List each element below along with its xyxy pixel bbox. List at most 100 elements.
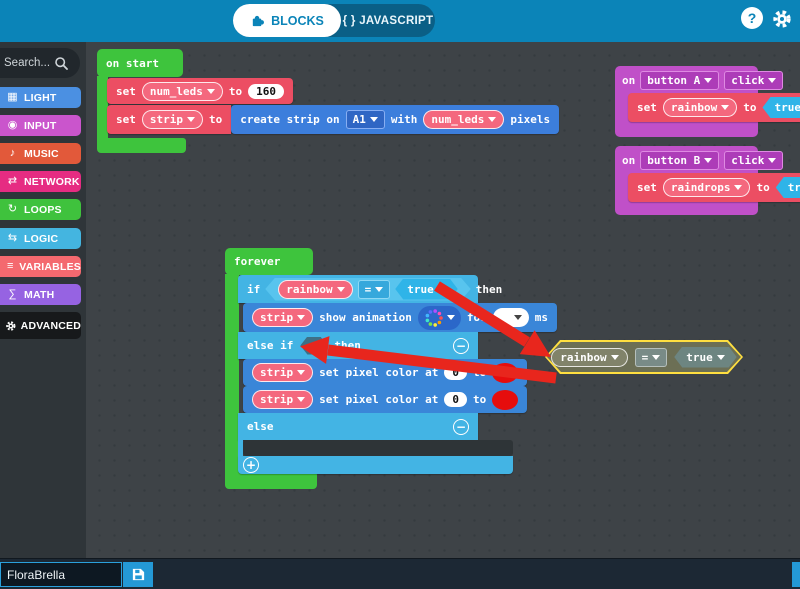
if-bottom-row: + [238,456,513,474]
sidebar-item-loops[interactable]: ↻ LOOPS [0,199,81,220]
create-strip-label: create strip on [240,113,339,126]
remove-branch-button[interactable]: − [453,338,469,354]
sidebar-item-variables[interactable]: ≡ VARIABLES [0,256,81,277]
comparison-block[interactable]: rainbow = true [265,278,470,301]
variable-dropdown-strip[interactable]: strip [252,390,313,409]
button-dropdown[interactable]: button A [640,71,719,90]
pixel-index-field[interactable]: 0 [444,365,467,380]
empty-condition-slot[interactable] [300,337,327,355]
dropdown-caret-icon [652,355,660,360]
remove-branch-button[interactable]: − [453,419,469,435]
pin-dropdown[interactable]: A1 [346,110,385,129]
input-category-icon: ◉ [6,120,19,131]
button-dropdown[interactable]: button B [640,151,719,170]
event-dropdown[interactable]: click [724,151,783,170]
forever-label: forever [234,255,280,268]
button-value: button A [647,74,700,87]
sidebar-item-network[interactable]: ⇄ NETWORK [0,171,81,192]
number-value-field[interactable]: 160 [248,84,284,99]
sidebar-item-math[interactable]: ∑ MATH [0,284,81,305]
set-label: set [116,85,136,98]
variable-dropdown-raindrops[interactable]: raindrops [663,178,751,197]
variable-dropdown-num-leds[interactable]: num_leds [423,110,504,129]
duration-dropdown[interactable] [493,308,529,327]
variable-dropdown-strip[interactable]: strip [142,110,203,129]
if-row[interactable]: if rainbow = true then [238,275,478,303]
animation-dropdown[interactable] [418,306,461,330]
makecode-editor: BLOCKS { } JAVASCRIPT ? Search... ▦ LIGH… [0,0,800,589]
sidebar-item-input[interactable]: ◉ INPUT [0,115,81,136]
variable-dropdown-rainbow[interactable]: rainbow [663,98,737,117]
help-button[interactable]: ? [741,7,763,29]
boolean-dropdown-true[interactable]: true [395,279,458,300]
else-if-label: else if [247,339,293,352]
boolean-value: true [788,181,800,194]
variable-name: strip [260,366,293,379]
minus-icon: − [456,340,466,352]
add-branch-button[interactable]: + [243,457,259,473]
to-label: to [473,393,486,406]
tab-blocks[interactable]: BLOCKS [233,4,341,37]
if-label: if [247,283,260,296]
variable-name: strip [150,113,183,126]
toolbox-sidebar: Search... ▦ LIGHT ◉ INPUT ♪ MUSIC ⇄ NETW… [0,42,86,558]
save-button[interactable] [123,562,153,587]
pixel-index-field[interactable]: 0 [444,392,467,407]
variable-dropdown-rainbow[interactable]: rainbow [278,280,352,299]
sidebar-item-light[interactable]: ▦ LIGHT [0,87,81,108]
set-num-leds-block[interactable]: set num_leds to 160 [107,78,293,104]
empty-statement-slot[interactable] [243,440,513,456]
forever-spine [225,274,239,474]
boolean-dropdown-true[interactable]: true [674,347,737,368]
sidebar-item-logic[interactable]: ⇆ LOGIC [0,228,81,249]
else-if-row[interactable]: else if then − [238,332,478,359]
variable-dropdown-strip[interactable]: strip [252,308,313,327]
to-label: to [473,366,486,379]
create-strip-block[interactable]: create strip on A1 with num_leds pixels [231,105,559,134]
dropdown-caret-icon [704,158,712,163]
show-animation-block[interactable]: strip show animation for ms [243,303,557,332]
operator-dropdown[interactable]: = [635,348,668,367]
to-label: to [229,85,242,98]
project-name-input[interactable] [0,562,122,587]
set-raindrops-block[interactable]: set raindrops to true [628,173,800,202]
operator-dropdown[interactable]: = [358,280,391,299]
boolean-value: true [774,101,800,114]
color-picker-red[interactable] [492,390,518,410]
dropdown-caret-icon [734,185,742,190]
event-dropdown[interactable]: click [724,71,783,90]
sidebar-item-advanced[interactable]: ADVANCED [0,312,81,339]
search-input[interactable]: Search... [0,48,80,78]
variable-dropdown-strip[interactable]: strip [252,363,313,382]
dragged-comparison-block[interactable]: rainbow = true [545,340,743,374]
set-strip-left[interactable]: set strip to [107,105,231,134]
forever-footer [225,472,317,489]
tab-javascript[interactable]: { } JAVASCRIPT [341,15,435,27]
search-icon [54,56,68,70]
set-pixel-color-block[interactable]: strip set pixel color at 0 to [243,359,527,386]
then-label: then [476,283,503,296]
else-label: else [247,420,274,433]
settings-button[interactable] [771,8,792,29]
set-rainbow-block[interactable]: set rainbow to true [628,93,800,122]
search-placeholder: Search... [4,57,50,69]
boolean-dropdown-true[interactable]: true [776,177,800,198]
variable-dropdown-rainbow[interactable]: rainbow [551,348,627,367]
on-start-block[interactable]: on start [97,49,183,77]
operator-value: = [365,283,372,296]
loops-category-icon: ↻ [6,204,19,215]
else-row[interactable]: else − [238,413,478,440]
sidebar-item-music[interactable]: ♪ MUSIC [0,143,81,164]
forever-block[interactable]: forever [225,248,313,275]
set-pixel-color-block[interactable]: strip set pixel color at 0 to [243,386,527,413]
set-strip-block[interactable]: set strip to create strip on A1 with num… [107,105,559,134]
blocks-workspace[interactable]: on start set num_leds to 160 set strip t… [86,42,800,558]
variable-dropdown-num-leds[interactable]: num_leds [142,82,223,101]
show-animation-label: show animation [319,311,412,324]
color-picker-red[interactable] [492,363,518,383]
to-label: to [743,101,756,114]
variable-name: rainbow [671,101,717,114]
bottom-bar-edge-button[interactable] [792,562,800,587]
gear-icon [773,10,791,28]
boolean-dropdown-true[interactable]: true [762,97,800,118]
